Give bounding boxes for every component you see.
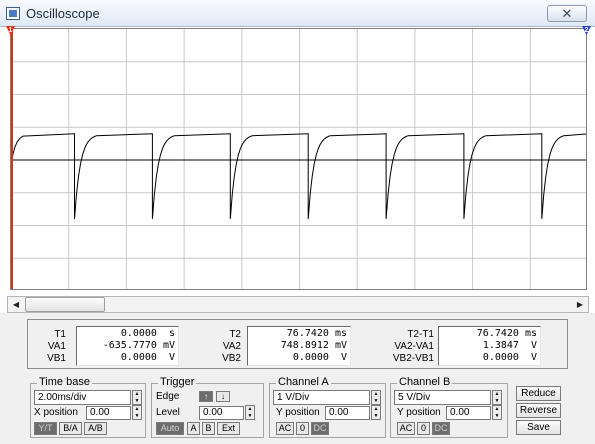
channel-a-scale-field[interactable]: 1 V/Div — [273, 390, 370, 405]
readout-label-va2-va1: VA2-VA1 — [394, 341, 434, 352]
readout-label-vb2-vb1: VB2-VB1 — [392, 353, 434, 364]
mode-ba-button[interactable]: B/A — [59, 422, 82, 435]
mode-yt-button[interactable]: Y/T — [34, 422, 57, 435]
va-delta-value: 1.3847 V — [482, 340, 537, 351]
timebase-title: Time base — [37, 376, 92, 388]
cursor1-display: 0.0000 s -635.7770 mV 0.0000 V — [76, 326, 179, 366]
channel-b-scale-spinner[interactable]: ▲ ▼ — [492, 390, 502, 405]
spin-down-icon[interactable]: ▼ — [493, 413, 501, 419]
cursor2-display: 76.7420 ms 748.8912 mV 0.0000 V — [247, 326, 351, 366]
time-scrollbar[interactable]: ◀ ▶ — [7, 296, 589, 313]
spin-down-icon[interactable]: ▼ — [133, 413, 141, 419]
t1-value: 0.0000 s — [120, 328, 175, 339]
va1-value: -635.7770 mV — [102, 340, 175, 351]
t2-value: 76.7420 ms — [286, 328, 347, 339]
trigger-title: Trigger — [158, 376, 197, 388]
spin-up-icon[interactable]: ▲ — [246, 406, 254, 412]
spin-down-icon[interactable]: ▼ — [372, 398, 380, 404]
channel-a-ac-button[interactable]: AC — [276, 422, 294, 435]
x-position-label: X position — [34, 407, 78, 418]
scroll-left-icon[interactable]: ◀ — [8, 297, 24, 312]
channel-a-group: Channel A 1 V/Div ▲ ▼ Y position 0.00 ▲ ▼ … — [269, 376, 386, 438]
channel-a-title: Channel A — [276, 376, 331, 388]
vb1-value: 0.0000 V — [120, 352, 175, 363]
readout-label-t2: T2 — [229, 329, 241, 340]
trigger-group: Trigger Edge ↑ ↓ Level 0.00 ▲ ▼ Auto A B … — [151, 376, 264, 438]
readout-label-vb2: VB2 — [222, 353, 241, 364]
channel-b-zero-button[interactable]: 0 — [417, 422, 430, 435]
title-bar: Oscilloscope ✕ — [0, 0, 595, 27]
t-delta-value: 76.7420 ms — [476, 328, 537, 339]
readout-label-t1: T1 — [54, 329, 66, 340]
scroll-right-icon[interactable]: ▶ — [572, 297, 588, 312]
spin-down-icon[interactable]: ▼ — [493, 398, 501, 404]
mode-ab-button[interactable]: A/B — [84, 422, 107, 435]
spin-down-icon[interactable]: ▼ — [372, 413, 380, 419]
channel-b-title: Channel B — [397, 376, 453, 388]
channel-b-ac-button[interactable]: AC — [397, 422, 415, 435]
readout-label-va1: VA1 — [47, 341, 66, 352]
save-button[interactable]: Save — [516, 420, 561, 435]
reverse-button[interactable]: Reverse — [516, 403, 561, 418]
channel-b-group: Channel B 5 V/Div ▲ ▼ Y position 0.00 ▲ ▼ … — [390, 376, 508, 438]
trigger-a-button[interactable]: A — [187, 422, 200, 435]
channel-a-zero-button[interactable]: 0 — [296, 422, 309, 435]
oscilloscope-app-icon — [6, 7, 20, 20]
vb2-value: 0.0000 V — [292, 352, 347, 363]
spin-up-icon[interactable]: ▲ — [133, 391, 141, 397]
spin-up-icon[interactable]: ▲ — [372, 391, 380, 397]
edge-label: Edge — [156, 391, 180, 402]
channel-a-dc-button[interactable]: DC — [311, 422, 329, 435]
timebase-scale-field[interactable]: 2.00ms/div — [34, 390, 131, 405]
readout-label-t2-t1: T2-T1 — [407, 329, 434, 340]
reduce-button[interactable]: Reduce — [516, 386, 561, 401]
timebase-group: Time base 2.00ms/div ▲ ▼ X position 0.00 … — [30, 376, 146, 438]
channel-b-dc-button[interactable]: DC — [432, 422, 450, 435]
channel-b-ypos-spinner[interactable]: ▲ ▼ — [492, 405, 502, 420]
trigger-auto-button[interactable]: Auto — [156, 422, 184, 435]
falling-edge-icon[interactable]: ↓ — [216, 391, 230, 402]
window-title: Oscilloscope — [26, 6, 100, 21]
spin-up-icon[interactable]: ▲ — [372, 406, 380, 412]
va2-value: 748.8912 mV — [280, 340, 347, 351]
spin-up-icon[interactable]: ▲ — [133, 406, 141, 412]
spin-down-icon[interactable]: ▼ — [246, 413, 254, 419]
vb-delta-value: 0.0000 V — [482, 352, 537, 363]
trigger-ext-button[interactable]: Ext — [217, 422, 240, 435]
channel-b-scale-field[interactable]: 5 V/Div — [394, 390, 491, 405]
waveform-display — [11, 29, 586, 289]
delta-display: 76.7420 ms 1.3847 V 0.0000 V — [438, 326, 541, 366]
timebase-spinner[interactable]: ▲ ▼ — [132, 390, 142, 405]
readout-label-va2: VA2 — [222, 341, 241, 352]
spin-down-icon[interactable]: ▼ — [133, 398, 141, 404]
scroll-thumb[interactable] — [25, 297, 105, 312]
x-position-input[interactable]: 0.00 — [86, 406, 131, 420]
spin-up-icon[interactable]: ▲ — [493, 406, 501, 412]
channel-a-ypos-label: Y position — [276, 407, 320, 418]
channel-b-ypos-label: Y position — [397, 407, 441, 418]
trigger-b-button[interactable]: B — [202, 422, 215, 435]
level-label: Level — [156, 407, 180, 418]
trigger-level-spinner[interactable]: ▲ ▼ — [245, 405, 255, 420]
channel-a-ypos-spinner[interactable]: ▲ ▼ — [371, 405, 381, 420]
channel-b-ypos-input[interactable]: 0.00 — [446, 406, 491, 420]
channel-a-ypos-input[interactable]: 0.00 — [325, 406, 370, 420]
trigger-level-input[interactable]: 0.00 — [199, 406, 244, 420]
readout-label-vb1: VB1 — [47, 353, 66, 364]
oscilloscope-screen — [10, 28, 587, 290]
close-button[interactable]: ✕ — [547, 5, 587, 22]
x-position-spinner[interactable]: ▲ ▼ — [132, 405, 142, 420]
cursor-readouts: T1 VA1 VB1 0.0000 s -635.7770 mV 0.0000 … — [27, 319, 568, 369]
channel-a-scale-spinner[interactable]: ▲ ▼ — [371, 390, 381, 405]
rising-edge-icon[interactable]: ↑ — [199, 391, 213, 402]
spin-up-icon[interactable]: ▲ — [493, 391, 501, 397]
